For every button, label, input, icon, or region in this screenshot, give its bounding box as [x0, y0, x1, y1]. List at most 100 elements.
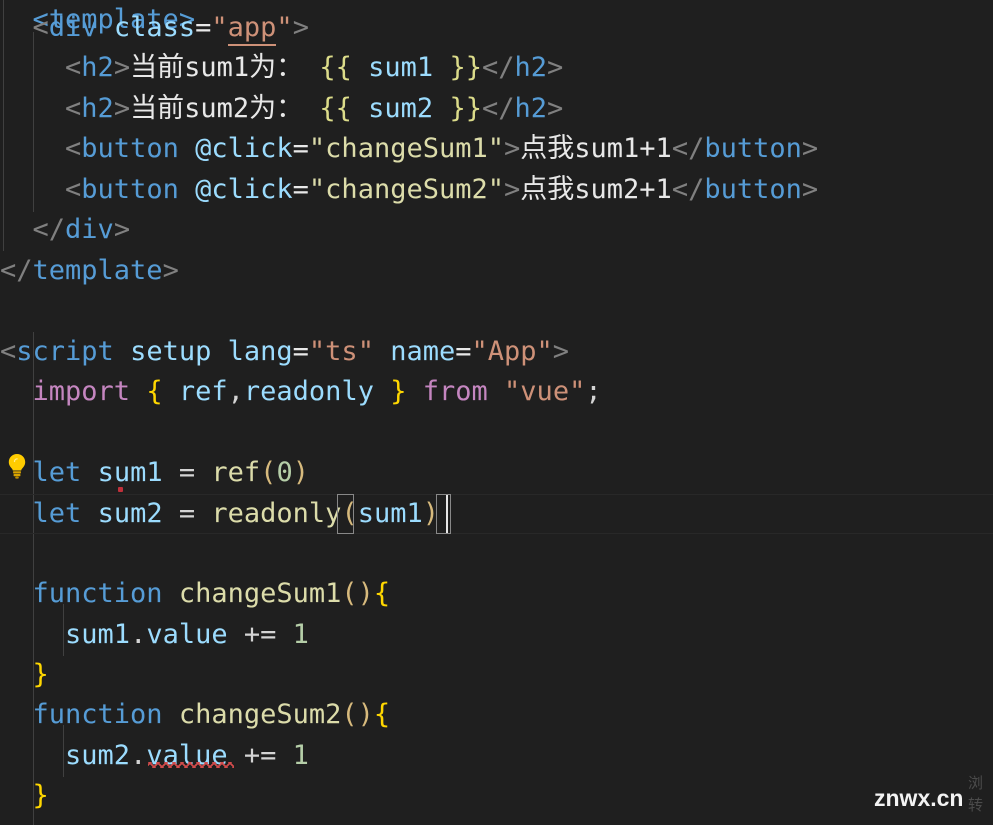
token: h2: [81, 93, 114, 124]
line-fn2-close[interactable]: }: [0, 776, 993, 816]
token: ref: [211, 457, 261, 488]
token: .: [130, 740, 147, 771]
token: </: [671, 133, 705, 164]
line-template-close[interactable]: </template>: [0, 251, 993, 291]
token: function: [32, 699, 163, 730]
token: ): [422, 498, 439, 529]
token: {: [146, 376, 163, 407]
token: import: [32, 376, 131, 407]
line-blank-1[interactable]: [0, 291, 993, 331]
line-fn-change1[interactable]: function changeSum1(){: [0, 574, 993, 614]
token: +=: [243, 740, 277, 771]
token: @click: [195, 133, 293, 164]
token: (: [341, 498, 358, 529]
token: >: [113, 214, 131, 245]
line-script-open[interactable]: <script setup lang="ts" name="App">: [0, 332, 993, 372]
line-div-open[interactable]: <div class="app">: [0, 8, 993, 48]
token: ;: [585, 376, 602, 407]
token: 1: [292, 740, 309, 771]
token: "vue": [504, 376, 586, 407]
token: button: [81, 174, 179, 205]
token: sum1: [368, 52, 434, 83]
line-fn1-close[interactable]: }: [0, 655, 993, 695]
token: ": [276, 12, 293, 43]
line-button-1[interactable]: <button @click="changeSum1">点我sum1+1</bu…: [0, 129, 993, 169]
token: =: [178, 457, 196, 488]
token: 当前sum2为：: [130, 93, 304, 124]
token: let: [32, 457, 82, 488]
token: (: [260, 457, 277, 488]
token: (: [341, 699, 358, 730]
token: 0: [276, 457, 293, 488]
token: from: [422, 376, 488, 407]
side-watermark-vertical: 浏转: [968, 772, 983, 816]
token: ": [211, 12, 228, 43]
line-blank-2[interactable]: [0, 413, 993, 453]
token: >: [552, 336, 570, 367]
token: sum1: [97, 457, 163, 488]
line-div-close[interactable]: </div>: [0, 210, 993, 250]
line-let-sum1[interactable]: let sum1 = ref(0): [0, 453, 993, 493]
watermark-znwx: znwx.cn: [874, 785, 964, 811]
token: button: [81, 133, 179, 164]
line-import[interactable]: import { ref,readonly } from "vue";: [0, 372, 993, 412]
token: readonly: [243, 376, 374, 407]
token: sum2: [65, 740, 131, 771]
token: {{: [319, 52, 352, 83]
line-h2-sum2[interactable]: <h2>当前sum2为： {{ sum2 }}</h2>: [0, 89, 993, 129]
token: 点我sum2+1: [520, 174, 672, 205]
token: >: [504, 174, 521, 205]
line-sum1-value[interactable]: sum1.value += 1: [0, 615, 993, 655]
token: "changeSum2": [308, 174, 504, 205]
token: </: [481, 52, 515, 83]
token: template: [32, 255, 163, 286]
token: >: [801, 174, 819, 205]
line-button-2[interactable]: <button @click="changeSum2">点我sum2+1</bu…: [0, 170, 993, 210]
line-sum2-value[interactable]: sum2.value += 1: [0, 736, 993, 776]
code-editor[interactable]: < template > <div class="app"> <h2>当前sum1为…: [0, 0, 993, 825]
line-blank-3[interactable]: [0, 534, 993, 574]
token: </: [0, 255, 33, 286]
token: sum2: [368, 93, 434, 124]
side-watermark-char: 转: [968, 796, 984, 814]
token: <: [32, 12, 49, 43]
token: >: [292, 12, 309, 43]
token: script: [16, 336, 114, 367]
token: =: [455, 336, 472, 367]
token: changeSum1: [178, 578, 342, 609]
line-let-sum2[interactable]: let sum2 = readonly(sum1): [0, 494, 993, 534]
token: ): [292, 457, 309, 488]
token: >: [504, 133, 521, 164]
token: >: [547, 93, 564, 124]
line-h2-sum1[interactable]: <h2>当前sum1为： {{ sum1 }}</h2>: [0, 48, 993, 88]
line-fn-change2[interactable]: function changeSum2(){: [0, 695, 993, 735]
token: 1: [292, 619, 309, 650]
token: name: [390, 336, 456, 367]
